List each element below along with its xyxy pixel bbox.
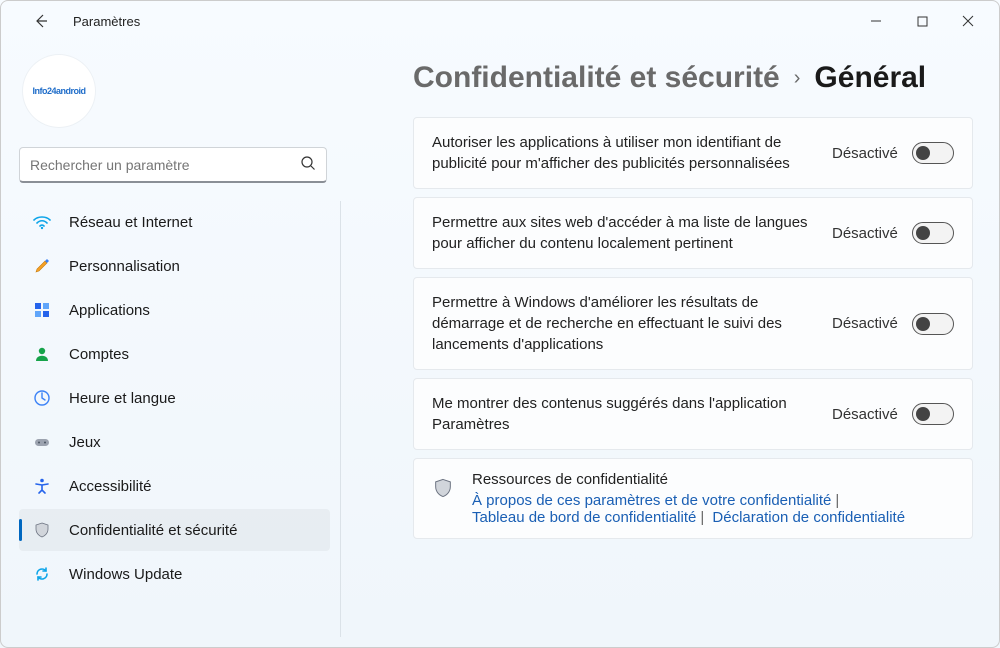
privacy-resources-card: Ressources de confidentialité À propos d… xyxy=(413,458,973,539)
setting-language-list: Permettre aux sites web d'accéder à ma l… xyxy=(413,197,973,269)
link-about-privacy[interactable]: À propos de ces paramètres et de votre c… xyxy=(472,492,831,509)
setting-label: Permettre à Windows d'améliorer les résu… xyxy=(432,292,832,355)
sidebar-item-privacy-security[interactable]: Confidentialité et sécurité xyxy=(19,509,330,551)
avatar[interactable]: Info24android xyxy=(23,55,95,127)
sidebar-item-network[interactable]: Réseau et Internet xyxy=(19,201,330,243)
setting-state: Désactivé xyxy=(832,145,898,162)
wifi-icon xyxy=(31,213,53,231)
link-privacy-dashboard[interactable]: Tableau de bord de confidentialité xyxy=(472,509,696,526)
sidebar-item-accounts[interactable]: Comptes xyxy=(19,333,330,375)
back-button[interactable] xyxy=(25,5,57,37)
chevron-right-icon: › xyxy=(794,67,801,90)
sidebar-item-label: Windows Update xyxy=(69,566,182,583)
close-button[interactable] xyxy=(945,5,991,37)
search-box[interactable] xyxy=(19,147,327,183)
shield-icon xyxy=(31,521,53,539)
close-icon xyxy=(962,15,974,27)
setting-suggested-content: Me montrer des contenus suggérés dans l'… xyxy=(413,378,973,450)
content-area: Confidentialité et sécurité › Général Au… xyxy=(341,41,999,647)
person-icon xyxy=(31,345,53,363)
sidebar-item-label: Confidentialité et sécurité xyxy=(69,522,237,539)
sidebar-item-label: Comptes xyxy=(69,346,129,363)
minimize-button[interactable] xyxy=(853,5,899,37)
sidebar-item-label: Réseau et Internet xyxy=(69,214,192,231)
shield-icon xyxy=(432,477,454,502)
toggle-language-list[interactable] xyxy=(912,222,954,244)
toggle-app-launch-tracking[interactable] xyxy=(912,313,954,335)
breadcrumb-parent[interactable]: Confidentialité et sécurité xyxy=(413,61,780,95)
brush-icon xyxy=(31,257,53,275)
apps-icon xyxy=(31,301,53,319)
resources-links: À propos de ces paramètres et de votre c… xyxy=(472,492,905,526)
maximize-icon xyxy=(917,16,928,27)
sidebar-item-label: Applications xyxy=(69,302,150,319)
update-icon xyxy=(31,565,53,583)
sidebar-item-label: Accessibilité xyxy=(69,478,152,495)
setting-state: Désactivé xyxy=(832,225,898,242)
gamepad-icon xyxy=(31,433,53,451)
clock-globe-icon xyxy=(31,389,53,407)
sidebar-item-label: Personnalisation xyxy=(69,258,180,275)
titlebar: Paramètres xyxy=(1,1,999,41)
search-input[interactable] xyxy=(30,157,300,173)
link-privacy-statement[interactable]: Déclaration de confidentialité xyxy=(712,509,905,526)
sidebar-item-windows-update[interactable]: Windows Update xyxy=(19,553,330,595)
sidebar-item-label: Heure et langue xyxy=(69,390,176,407)
sidebar-item-accessibility[interactable]: Accessibilité xyxy=(19,465,330,507)
sidebar-item-time-language[interactable]: Heure et langue xyxy=(19,377,330,419)
settings-window: Paramètres Info24android xyxy=(0,0,1000,648)
sidebar-item-label: Jeux xyxy=(69,434,101,451)
sidebar: Info24android Réseau et Internet Personn… xyxy=(1,41,341,647)
window-title: Paramètres xyxy=(73,14,140,29)
nav-list: Réseau et Internet Personnalisation Appl… xyxy=(19,201,341,637)
setting-app-launch-tracking: Permettre à Windows d'améliorer les résu… xyxy=(413,277,973,370)
setting-state: Désactivé xyxy=(832,406,898,423)
back-arrow-icon xyxy=(33,13,49,29)
setting-label: Permettre aux sites web d'accéder à ma l… xyxy=(432,212,832,254)
resources-title: Ressources de confidentialité xyxy=(472,471,905,488)
setting-label: Autoriser les applications à utiliser mo… xyxy=(432,132,832,174)
avatar-logo: Info24android xyxy=(32,86,85,96)
maximize-button[interactable] xyxy=(899,5,945,37)
accessibility-icon xyxy=(31,477,53,495)
breadcrumb-current: Général xyxy=(814,61,926,95)
toggle-suggested-content[interactable] xyxy=(912,403,954,425)
minimize-icon xyxy=(870,15,882,27)
toggle-advertising-id[interactable] xyxy=(912,142,954,164)
sidebar-item-gaming[interactable]: Jeux xyxy=(19,421,330,463)
setting-state: Désactivé xyxy=(832,315,898,332)
breadcrumb: Confidentialité et sécurité › Général xyxy=(413,61,973,95)
setting-label: Me montrer des contenus suggérés dans l'… xyxy=(432,393,832,435)
search-icon xyxy=(300,155,316,174)
setting-advertising-id: Autoriser les applications à utiliser mo… xyxy=(413,117,973,189)
sidebar-item-personalization[interactable]: Personnalisation xyxy=(19,245,330,287)
sidebar-item-apps[interactable]: Applications xyxy=(19,289,330,331)
